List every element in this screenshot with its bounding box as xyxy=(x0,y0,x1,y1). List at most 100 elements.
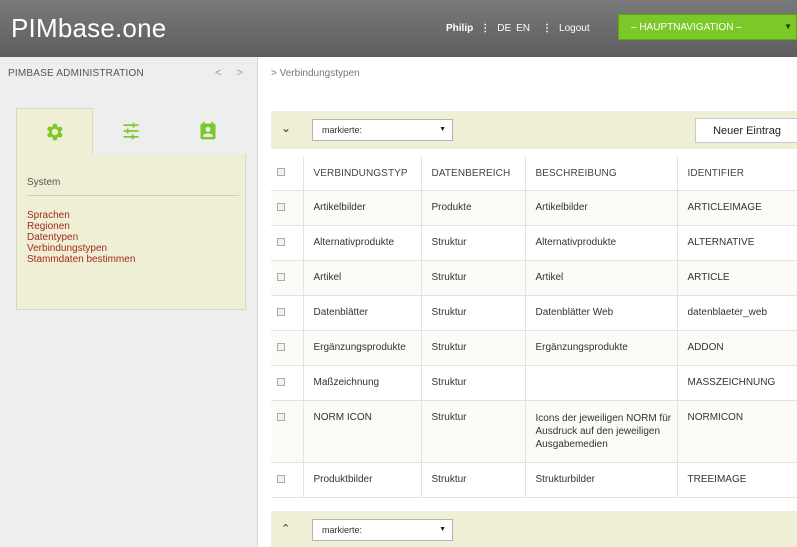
cell-bereich: Struktur xyxy=(421,400,526,463)
sliders-icon xyxy=(123,122,139,140)
gear-icon xyxy=(47,123,64,140)
tab-system[interactable] xyxy=(16,108,93,154)
table-row[interactable]: Maßzeichnung Struktur MASSZEICHNUNG xyxy=(271,365,797,401)
lang-de-link[interactable]: DE xyxy=(497,23,511,34)
row-checkbox-cell xyxy=(271,365,304,401)
cell-bereich: Struktur xyxy=(421,365,526,401)
cell-typ: Produktbilder xyxy=(303,462,422,498)
table-row[interactable]: NORM ICON Struktur Icons der jeweiligen … xyxy=(271,400,797,463)
row-checkbox-cell xyxy=(271,225,304,261)
sidebar-item-stammdaten[interactable]: Stammdaten bestimmen xyxy=(27,254,135,265)
column-header-identifier[interactable]: IDENTIFIER xyxy=(677,157,797,191)
column-header-beschreibung[interactable]: BESCHREIBUNG xyxy=(525,157,678,191)
cell-beschreibung: Strukturbilder xyxy=(525,462,678,498)
sidebar: PIMBASE ADMINISTRATION < > System Sprach… xyxy=(0,57,258,547)
connection-types-table: VERBINDUNGSTYP DATENBEREICH BESCHREIBUNG… xyxy=(271,157,797,498)
cell-typ: Artikel xyxy=(303,260,422,296)
cell-identifier: TREEIMAGE xyxy=(677,462,797,498)
separator: ⋮ xyxy=(480,22,491,34)
table-row[interactable]: Artikelbilder Produkte Artikelbilder ART… xyxy=(271,190,797,226)
contact-card-icon xyxy=(200,121,216,140)
sidebar-collapse-arrows[interactable]: < > xyxy=(215,67,249,79)
cell-beschreibung: Artikelbilder xyxy=(525,190,678,226)
cell-bereich: Struktur xyxy=(421,225,526,261)
cell-identifier: MASSZEICHNUNG xyxy=(677,365,797,401)
cell-beschreibung xyxy=(525,365,678,401)
table-row[interactable]: Artikel Struktur Artikel ARTICLE xyxy=(271,260,797,296)
breadcrumb: > Verbindungstypen xyxy=(271,68,360,79)
divider xyxy=(27,195,239,196)
cell-identifier: ADDON xyxy=(677,330,797,366)
main-navigation-select[interactable]: – HAUPTNAVIGATION – ▼ xyxy=(618,14,797,40)
cell-beschreibung: Datenblätter Web xyxy=(525,295,678,331)
cell-typ: Artikelbilder xyxy=(303,190,422,226)
sidebar-panel: System Sprachen Regionen Datentypen Verb… xyxy=(16,154,246,310)
row-checkbox[interactable] xyxy=(277,307,285,316)
row-checkbox[interactable] xyxy=(277,272,285,281)
bulk-action-select-bottom[interactable]: markierte: ▼ xyxy=(312,519,453,541)
cell-beschreibung: Ergänzungsprodukte xyxy=(525,330,678,366)
column-header-bereich[interactable]: DATENBEREICH xyxy=(421,157,526,191)
cell-identifier: ALTERNATIVE xyxy=(677,225,797,261)
bulk-action-value: markierte: xyxy=(322,525,363,535)
lang-en-link[interactable]: EN xyxy=(516,23,530,34)
cell-typ: Alternativprodukte xyxy=(303,225,422,261)
table-row[interactable]: Ergänzungsprodukte Struktur Ergänzungspr… xyxy=(271,330,797,366)
cell-bereich: Struktur xyxy=(421,260,526,296)
cell-identifier: ARTICLEIMAGE xyxy=(677,190,797,226)
cell-bereich: Struktur xyxy=(421,295,526,331)
row-checkbox[interactable] xyxy=(277,202,285,211)
user-name-link[interactable]: Philip xyxy=(446,23,473,34)
table-header-row: VERBINDUNGSTYP DATENBEREICH BESCHREIBUNG… xyxy=(271,157,797,191)
row-checkbox-cell xyxy=(271,330,304,366)
sidebar-item-verbindungstypen[interactable]: Verbindungstypen xyxy=(27,243,135,254)
cell-bereich: Struktur xyxy=(421,462,526,498)
tab-settings[interactable] xyxy=(93,108,170,154)
sidebar-item-datentypen[interactable]: Datentypen xyxy=(27,232,135,243)
app-header: PIMbase.one Philip ⋮ DE EN ⋮ Logout – HA… xyxy=(0,0,797,57)
new-entry-button[interactable]: Neuer Eintrag xyxy=(695,118,797,143)
cell-beschreibung: Icons der jeweiligen NORM für Ausdruck a… xyxy=(525,400,678,463)
main-content: > Verbindungstypen ⌄ markierte: ▼ Neuer … xyxy=(259,57,797,547)
cell-bereich: Produkte xyxy=(421,190,526,226)
table-row[interactable]: Datenblätter Struktur Datenblätter Web d… xyxy=(271,295,797,331)
chevron-down-icon[interactable]: ⌄ xyxy=(281,121,291,135)
row-checkbox-cell xyxy=(271,190,304,226)
cell-beschreibung: Alternativprodukte xyxy=(525,225,678,261)
cell-typ: Datenblätter xyxy=(303,295,422,331)
main-navigation-value: – HAUPTNAVIGATION – xyxy=(631,21,742,33)
tab-contacts[interactable] xyxy=(169,108,246,154)
bulk-action-select[interactable]: markierte: ▼ xyxy=(312,119,453,141)
bottom-toolbar: ⌃ markierte: ▼ xyxy=(271,511,797,547)
sidebar-section-title: System xyxy=(27,177,61,188)
cell-typ: NORM ICON xyxy=(303,400,422,463)
table-row[interactable]: Produktbilder Struktur Strukturbilder TR… xyxy=(271,462,797,498)
row-checkbox-cell xyxy=(271,260,304,296)
caret-down-icon: ▼ xyxy=(439,126,446,133)
app-logo[interactable]: PIMbase.one xyxy=(0,13,166,44)
row-checkbox[interactable] xyxy=(277,342,285,351)
cell-identifier: datenblaeter_web xyxy=(677,295,797,331)
cell-typ: Maßzeichnung xyxy=(303,365,422,401)
row-checkbox-cell xyxy=(271,295,304,331)
header-user-bar: Philip ⋮ DE EN ⋮ Logout xyxy=(446,18,590,38)
separator: ⋮ xyxy=(542,22,553,34)
select-all-checkbox-cell[interactable] xyxy=(271,157,304,191)
sidebar-tabs xyxy=(16,108,246,154)
cell-identifier: ARTICLE xyxy=(677,260,797,296)
select-all-checkbox[interactable] xyxy=(277,168,285,177)
row-checkbox[interactable] xyxy=(277,237,285,246)
cell-bereich: Struktur xyxy=(421,330,526,366)
row-checkbox[interactable] xyxy=(277,377,285,386)
caret-down-icon: ▼ xyxy=(784,22,792,31)
sidebar-item-sprachen[interactable]: Sprachen xyxy=(27,210,135,221)
caret-down-icon: ▼ xyxy=(439,526,446,533)
row-checkbox[interactable] xyxy=(277,474,285,483)
cell-beschreibung: Artikel xyxy=(525,260,678,296)
table-row[interactable]: Alternativprodukte Struktur Alternativpr… xyxy=(271,225,797,261)
sidebar-item-regionen[interactable]: Regionen xyxy=(27,221,135,232)
row-checkbox[interactable] xyxy=(277,412,285,421)
logout-link[interactable]: Logout xyxy=(559,23,590,34)
chevron-up-icon[interactable]: ⌃ xyxy=(281,522,290,535)
column-header-typ[interactable]: VERBINDUNGSTYP xyxy=(303,157,422,191)
